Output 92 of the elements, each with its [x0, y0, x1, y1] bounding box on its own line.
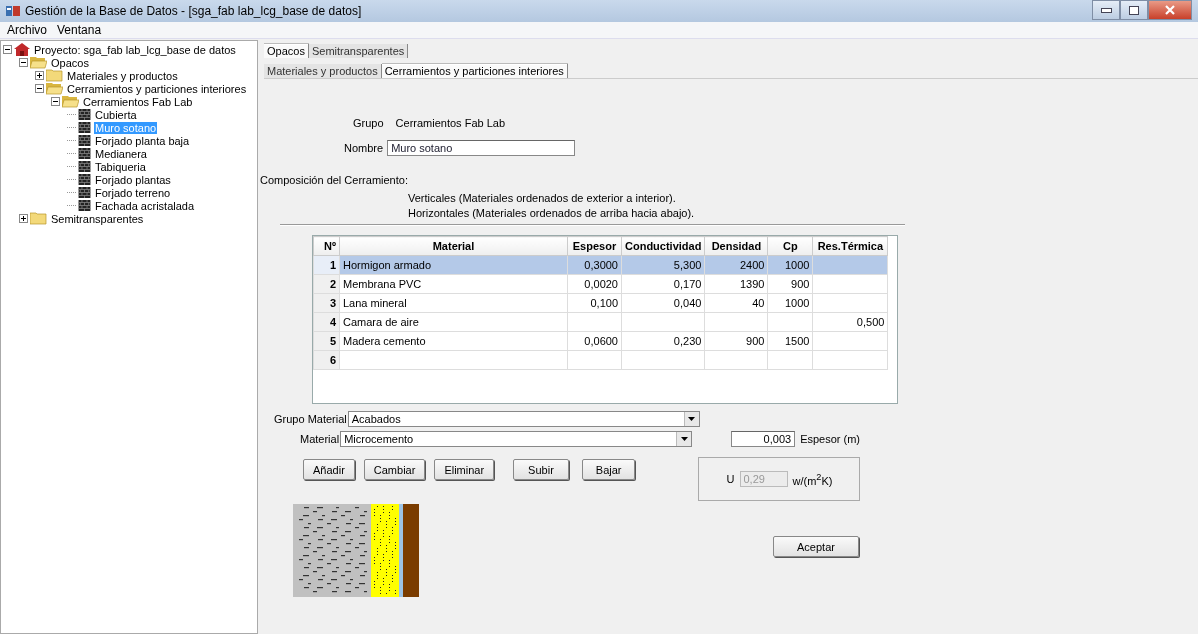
table-cell: Lana mineral [339, 293, 568, 313]
tab[interactable]: Cerramientos y particiones interiores [381, 63, 568, 78]
field-label: Material [300, 433, 340, 445]
table-cell: 0,230 [621, 331, 705, 351]
field-label: Grupo Material [274, 413, 347, 425]
tree-item[interactable]: Cerramientos Fab Lab [82, 95, 194, 108]
table-cell: 900 [767, 274, 813, 294]
table-cell: 40 [704, 293, 768, 313]
table-cell: 1500 [767, 331, 813, 351]
brick-icon [78, 174, 91, 185]
column-header[interactable]: Nº [313, 236, 340, 256]
house-icon [14, 43, 30, 56]
tab[interactable]: Materiales y productos [264, 63, 382, 78]
open-folder-icon [62, 95, 79, 108]
tree-item[interactable]: Opacos [50, 56, 90, 69]
action-button[interactable]: Subir [513, 459, 569, 480]
table-cell: 0,500 [812, 312, 888, 332]
tree-item[interactable]: Semitransparentes [50, 212, 145, 225]
field-label: Espesor (m) [800, 433, 861, 445]
tab[interactable]: Semitransparentes [308, 43, 409, 58]
table-cell: 0,100 [567, 293, 622, 313]
instruction-text: Horizontales (Materiales ordenados de arriba hacia abajo). [408, 206, 696, 221]
minimize-button[interactable] [1092, 0, 1120, 20]
column-header[interactable]: Material [339, 236, 568, 256]
close-button[interactable] [1148, 0, 1192, 20]
tree-item[interactable]: Proyecto: sga_fab lab_lcg_base de datos [33, 43, 237, 56]
tree-item[interactable]: Cerramientos y particiones interiores [66, 82, 248, 95]
accept-button[interactable]: Aceptar [773, 536, 859, 557]
brick-icon [78, 161, 91, 172]
dropdown-arrow-icon [680, 437, 688, 441]
table-cell: 0,0020 [567, 274, 622, 294]
collapse-toggle[interactable] [19, 58, 28, 67]
tab[interactable]: Opacos [264, 43, 309, 58]
collapse-toggle[interactable] [3, 45, 12, 54]
collapse-toggle[interactable] [51, 97, 60, 106]
thickness-field[interactable]: 0,003 [731, 431, 796, 447]
brick-icon [78, 122, 91, 133]
group-value: Cerramientos Fab Lab [395, 117, 506, 129]
column-header[interactable]: Conductividad [621, 236, 705, 256]
column-header[interactable]: Densidad [704, 236, 768, 256]
action-button[interactable]: Bajar [581, 459, 636, 480]
close-icon [1165, 5, 1175, 15]
table-cell: Camara de aire [339, 312, 568, 332]
table-cell: 0,0600 [567, 331, 622, 351]
field-label: U [726, 473, 735, 485]
expand-toggle[interactable] [35, 71, 44, 80]
field-label: Nombre [344, 142, 384, 154]
unit-label: w/(m$^{2}$K) [792, 471, 833, 487]
column-header[interactable]: Res.Térmica [812, 236, 888, 256]
folder-icon [30, 212, 47, 225]
table-cell: 1000 [767, 293, 813, 313]
name-field[interactable]: Muro sotano [387, 140, 576, 156]
menu-item[interactable]: Ventana [52, 23, 107, 37]
brick-icon [78, 200, 91, 211]
action-button[interactable]: Añadir [303, 459, 355, 480]
maximize-button[interactable] [1120, 0, 1148, 20]
table-cell: Madera cemento [339, 331, 568, 351]
brick-icon [78, 148, 91, 159]
tree-item[interactable]: Tabiqueria [94, 160, 147, 173]
tree-item[interactable]: Materiales y productos [66, 69, 179, 82]
column-header[interactable]: Cp [767, 236, 813, 256]
tree-item[interactable]: Fachada acristalada [94, 199, 196, 212]
action-button[interactable]: Eliminar [434, 459, 495, 480]
open-folder-icon [46, 82, 63, 95]
instruction-text: Verticales (Materiales ordenados de exterior a interior). [408, 191, 677, 206]
tree-item[interactable]: Forjado planta baja [94, 134, 191, 147]
menu-item[interactable]: Archivo [2, 23, 52, 37]
column-header[interactable]: Espesor [567, 236, 622, 256]
brick-icon [78, 135, 91, 146]
table-cell: Membrana PVC [339, 274, 568, 294]
brick-icon [78, 187, 91, 198]
table-cell: 900 [704, 331, 768, 351]
window-title: Gestión de la Base de Datos - [sga_fab lab_lcg_base de datos] [25, 4, 363, 18]
tree-item[interactable]: Forjado plantas [94, 173, 172, 186]
tree-item[interactable]: Forjado terreno [94, 186, 172, 199]
tree-item[interactable]: Medianera [94, 147, 148, 160]
tree-item[interactable]: Cubierta [94, 108, 138, 121]
material-dropdown[interactable]: Microcemento [340, 431, 693, 447]
folder-icon [46, 69, 63, 82]
table-cell: 1390 [704, 274, 768, 294]
collapse-toggle[interactable] [35, 84, 44, 93]
dropdown-arrow-icon [688, 417, 696, 421]
action-button[interactable]: Cambiar [363, 459, 426, 480]
group-dropdown[interactable]: Acabados [347, 411, 700, 427]
field-label: Grupo [353, 117, 384, 129]
expand-toggle[interactable] [19, 214, 28, 223]
brick-icon [78, 109, 91, 120]
open-folder-icon [30, 56, 47, 69]
table-cell: 0,040 [621, 293, 705, 313]
table-cell: 0,170 [621, 274, 705, 294]
section-label: Composición del Cerramiento: [260, 174, 409, 186]
database-icon [6, 5, 20, 17]
